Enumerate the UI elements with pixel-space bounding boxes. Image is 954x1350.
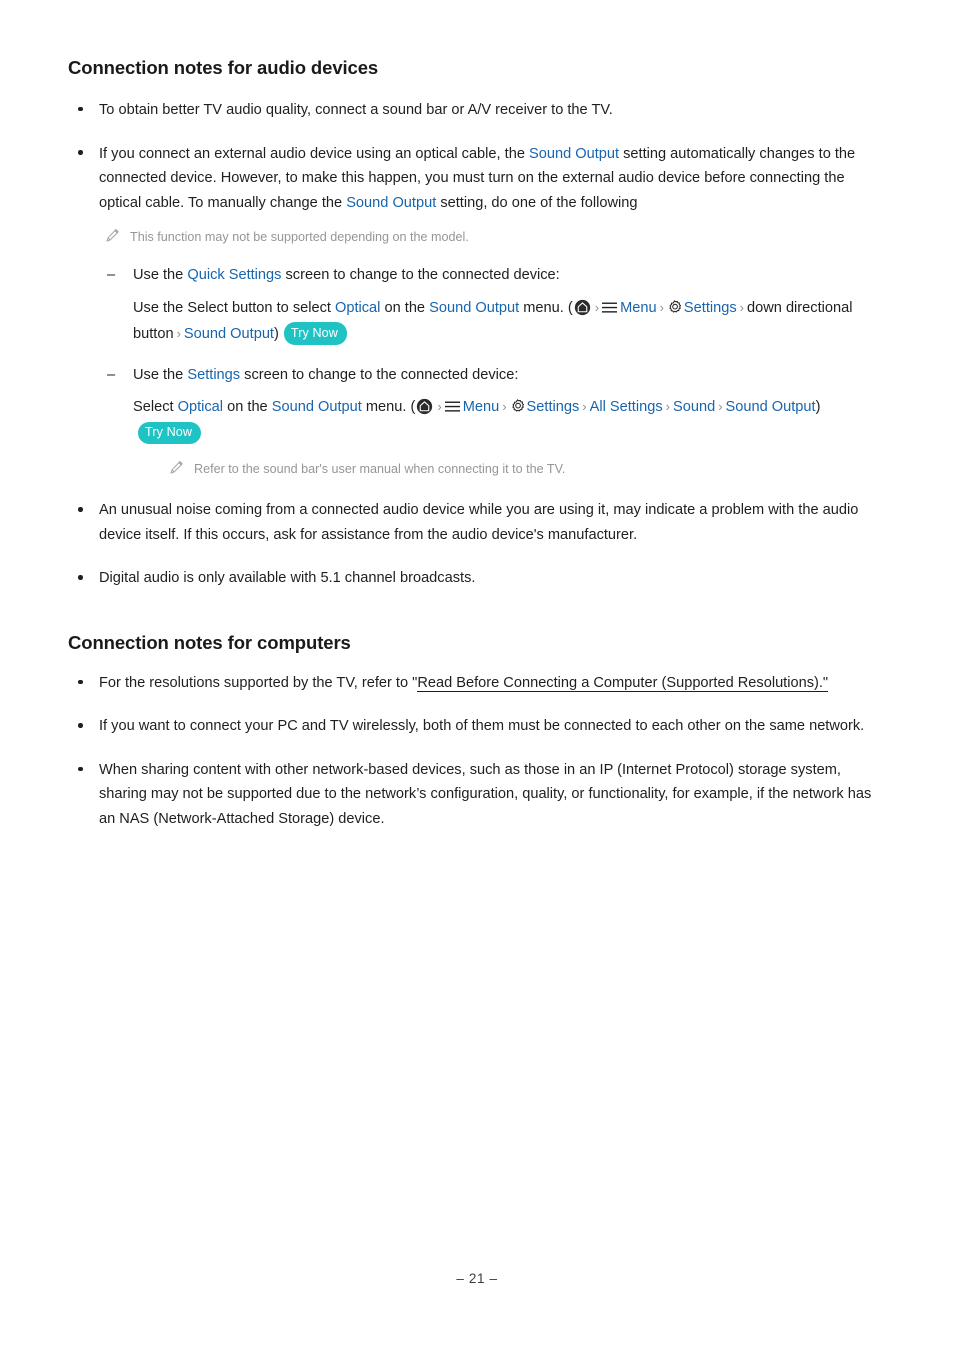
- note-model-support: This function may not be supported depen…: [99, 227, 882, 247]
- list-item: For the resolutions supported by the TV,…: [68, 671, 882, 696]
- bullet-text-part-1: For the resolutions supported by the TV,…: [99, 674, 418, 691]
- link-sound-output[interactable]: Sound Output: [529, 146, 619, 162]
- detail-text-part-3: menu. (: [361, 399, 416, 416]
- subitem-lead-part-2: screen to change to the connected device…: [240, 366, 519, 383]
- chevron-right-icon: ›: [739, 299, 744, 315]
- nav-path-quick-settings: Use the Select button to select Optical …: [133, 296, 882, 348]
- link-sound[interactable]: Sound: [673, 399, 715, 415]
- chevron-right-icon: ›: [718, 399, 723, 415]
- page-title-audio-devices: Connection notes for audio devices: [68, 57, 379, 78]
- home-icon: [416, 398, 433, 415]
- link-sound-output[interactable]: Sound Output: [726, 399, 816, 415]
- dash-marker-icon: –: [107, 267, 116, 284]
- link-quick-settings[interactable]: Quick Settings: [187, 267, 281, 283]
- chevron-right-icon: ›: [176, 325, 181, 341]
- detail-text-part-1: Use the Select button to select: [133, 299, 335, 316]
- list-item: When sharing content with other network-…: [68, 758, 882, 832]
- bullet-text-part-3: setting, do one of the following: [436, 194, 638, 211]
- pencil-icon: [105, 228, 120, 243]
- try-now-badge[interactable]: Try Now: [138, 421, 202, 445]
- chevron-right-icon: ›: [437, 399, 442, 415]
- note-sound-bar-manual: Refer to the sound bar's user manual whe…: [163, 459, 882, 479]
- chevron-right-icon: ›: [502, 399, 507, 415]
- hamburger-menu-icon: [602, 298, 618, 313]
- nav-path-all-settings: Select Optical on the Sound Output menu.…: [133, 395, 882, 447]
- bullet-text: To obtain better TV audio quality, conne…: [99, 102, 613, 119]
- chevron-right-icon: ›: [665, 399, 670, 415]
- link-settings[interactable]: Settings: [684, 300, 737, 316]
- bullet-dot-icon: [78, 106, 83, 112]
- gear-icon: [667, 299, 682, 314]
- list-item: An unusual noise coming from a connected…: [68, 498, 882, 547]
- bullet-text: When sharing content with other network-…: [99, 761, 872, 827]
- close-paren: ): [815, 399, 821, 416]
- bullet-dot-icon: [78, 723, 83, 728]
- chevron-right-icon: ›: [659, 299, 664, 315]
- close-paren: ): [274, 325, 279, 342]
- audio-devices-sub-list: – Use the Quick Settings screen to chang…: [99, 263, 882, 479]
- audio-devices-bullet-list: To obtain better TV audio quality, conne…: [68, 98, 882, 591]
- gear-icon: [510, 398, 525, 413]
- document-page: Connection notes for audio devices To ob…: [0, 0, 954, 1350]
- bullet-text: An unusual noise coming from a connected…: [99, 502, 859, 543]
- link-all-settings[interactable]: All Settings: [590, 399, 663, 415]
- bullet-dot-icon: [78, 150, 83, 155]
- list-item: If you want to connect your PC and TV wi…: [68, 714, 882, 739]
- subitem-lead-part-2: screen to change to the connected device…: [281, 267, 560, 284]
- list-item: Digital audio is only available with 5.1…: [68, 566, 882, 591]
- link-read-before-connecting-a-computer[interactable]: Read Before Connecting a Computer (Suppo…: [417, 674, 829, 692]
- bullet-dot-icon: [78, 507, 83, 512]
- bullet-dot-icon: [78, 679, 83, 685]
- pencil-icon: [169, 460, 184, 475]
- list-item: If you connect an external audio device …: [68, 142, 882, 480]
- note-text: Refer to the sound bar's user manual whe…: [194, 462, 566, 477]
- hamburger-menu-icon: [444, 397, 460, 412]
- link-optical[interactable]: Optical: [335, 300, 380, 316]
- link-settings[interactable]: Settings: [527, 399, 580, 415]
- subitem-lead-part-1: Use the: [133, 267, 188, 284]
- chevron-right-icon: ›: [582, 399, 587, 415]
- link-sound-output[interactable]: Sound Output: [346, 195, 436, 211]
- link-sound-output[interactable]: Sound Output: [429, 300, 519, 316]
- computers-bullet-list: For the resolutions supported by the TV,…: [68, 671, 882, 832]
- subitem-lead-part-1: Use the: [133, 366, 188, 383]
- link-menu[interactable]: Menu: [620, 300, 657, 316]
- bullet-dot-icon: [78, 575, 83, 580]
- bullet-text-part-1: If you connect an external audio device …: [99, 145, 529, 162]
- chevron-right-icon: ›: [594, 299, 600, 315]
- link-sound-output[interactable]: Sound Output: [272, 399, 362, 415]
- list-item: – Use the Quick Settings screen to chang…: [99, 263, 882, 347]
- page-title-computers: Connection notes for computers: [68, 631, 351, 653]
- detail-text-part-2: on the: [380, 299, 430, 316]
- detail-text-part-2: on the: [223, 399, 272, 416]
- detail-text-part-1: Select: [133, 399, 178, 416]
- bullet-dot-icon: [78, 766, 83, 772]
- link-optical[interactable]: Optical: [178, 399, 223, 415]
- detail-text-part-3: menu. (: [519, 299, 573, 316]
- note-text: This function may not be supported depen…: [130, 230, 469, 245]
- bullet-text: Digital audio is only available with 5.1…: [99, 570, 476, 587]
- page-number: – 21 –: [456, 1271, 498, 1286]
- list-item: – Use the Settings screen to change to t…: [99, 363, 882, 480]
- try-now-badge[interactable]: Try Now: [283, 322, 347, 345]
- link-settings[interactable]: Settings: [187, 367, 240, 383]
- list-item: To obtain better TV audio quality, conne…: [68, 98, 882, 123]
- bullet-text: If you want to connect your PC and TV wi…: [99, 718, 865, 735]
- link-menu[interactable]: Menu: [463, 399, 500, 415]
- dash-marker-icon: –: [107, 366, 116, 383]
- link-sound-output[interactable]: Sound Output: [184, 326, 274, 342]
- home-icon: [574, 299, 591, 316]
